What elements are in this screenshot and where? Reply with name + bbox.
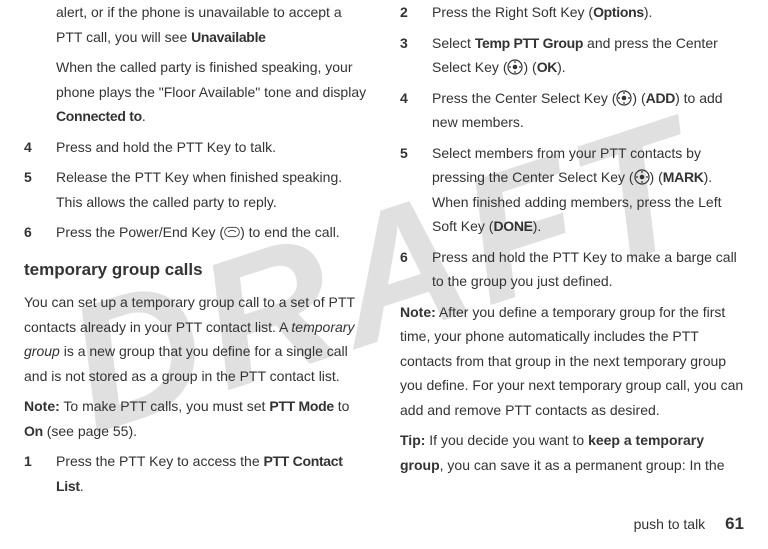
step-body: Press the PTT Key to access the PTT Cont… <box>56 449 368 498</box>
step-1: 1 Press the PTT Key to access the PTT Co… <box>24 449 368 498</box>
center-select-key-icon <box>616 90 632 106</box>
tip-keep-group: Tip: If you decide you want to keep a te… <box>400 428 744 477</box>
step-number: 6 <box>400 245 432 294</box>
text: Press the PTT Key to access the <box>56 453 264 469</box>
center-select-key-icon <box>507 59 523 75</box>
step-6: 6 Press the Power/End Key ( ) to end the … <box>24 220 368 245</box>
step-body: Press and hold the PTT Key to make a bar… <box>432 245 744 294</box>
step-body: Press the Right Soft Key (Options). <box>432 0 744 25</box>
note-label: Note: <box>400 304 436 320</box>
step-number: 5 <box>24 165 56 214</box>
step-number: 2 <box>400 0 432 25</box>
step-3: 3 Select Temp PTT Group and press the Ce… <box>400 31 744 80</box>
para-unavailable: alert, or if the phone is unavailable to… <box>56 0 368 49</box>
text: ). <box>557 59 566 75</box>
ui-label-temp-ptt-group: Temp PTT Group <box>475 35 583 51</box>
page-footer: push to talk 61 <box>634 509 744 539</box>
text: Press the Center Select Key ( <box>432 90 616 106</box>
text: . <box>142 108 146 124</box>
step-body: Press the Power/End Key ( ) to end the ca… <box>56 220 368 245</box>
ui-label-unavailable: Unavailable <box>191 29 266 45</box>
step-number: 4 <box>24 135 56 160</box>
note-auto-include: Note: After you define a temporary group… <box>400 300 744 423</box>
text: ) to end the call. <box>240 224 340 240</box>
text: ) ( <box>650 169 663 185</box>
text: Select <box>432 35 475 51</box>
text: ). <box>644 4 653 20</box>
text: is a new group that you define for a sin… <box>24 343 348 384</box>
text: After you define a temporary group for t… <box>400 304 743 418</box>
text: ) ( <box>523 59 536 75</box>
footer-section-name: push to talk <box>634 516 706 532</box>
page-number: 61 <box>725 514 744 533</box>
end-key-icon <box>224 224 240 240</box>
text: Press the Right Soft Key ( <box>432 4 593 20</box>
para-temp-group-desc: You can set up a temporary group call to… <box>24 290 368 388</box>
text: (see page 55). <box>43 423 137 439</box>
note-label: Note: <box>24 398 60 414</box>
step-body: Press and hold the PTT Key to talk. <box>56 135 368 160</box>
ui-label-mark: MARK <box>663 169 704 185</box>
text: To make PTT calls, you must set <box>60 398 270 414</box>
note-ptt-mode: Note: To make PTT calls, you must set PT… <box>24 394 368 443</box>
step-number: 1 <box>24 449 56 498</box>
tip-label: Tip: <box>400 432 425 448</box>
step-number: 4 <box>400 86 432 135</box>
ui-label-add: ADD <box>646 90 675 106</box>
text: ). <box>533 218 542 234</box>
step-5-right: 5 Select members from your PTT contacts … <box>400 141 744 239</box>
text: If you decide you want to <box>425 432 588 448</box>
center-select-key-icon <box>634 169 650 185</box>
step-body: Release the PTT Key when finished speaki… <box>56 165 368 214</box>
ui-label-done: DONE <box>493 218 532 234</box>
page-content: alert, or if the phone is unavailable to… <box>0 0 768 504</box>
step-body: Press the Center Select Key () (ADD) to … <box>432 86 744 135</box>
para-connected-to: When the called party is finished speaki… <box>56 55 368 129</box>
step-number: 6 <box>24 220 56 245</box>
text: , you can save it as a permanent group: … <box>440 457 725 473</box>
text: Press the Power/End Key ( <box>56 224 224 240</box>
step-body: Select Temp PTT Group and press the Cent… <box>432 31 744 80</box>
step-4: 4 Press and hold the PTT Key to talk. <box>24 135 368 160</box>
text: ) ( <box>632 90 645 106</box>
step-number: 5 <box>400 141 432 239</box>
text: . <box>80 478 84 494</box>
step-body: Select members from your PTT contacts by… <box>432 141 744 239</box>
step-4-right: 4 Press the Center Select Key () (ADD) t… <box>400 86 744 135</box>
left-column: alert, or if the phone is unavailable to… <box>24 0 368 504</box>
ui-label-ok: OK <box>537 59 557 75</box>
ui-label-ptt-mode: PTT Mode <box>269 398 333 414</box>
ui-label-on: On <box>24 423 43 439</box>
step-2: 2 Press the Right Soft Key (Options). <box>400 0 744 25</box>
text: When the called party is finished speaki… <box>56 59 366 100</box>
section-heading-temporary-group-calls: temporary group calls <box>24 255 368 285</box>
ui-label-options: Options <box>593 4 644 20</box>
step-6-right: 6 Press and hold the PTT Key to make a b… <box>400 245 744 294</box>
step-number: 3 <box>400 31 432 80</box>
ui-label-connected-to: Connected to <box>56 108 142 124</box>
text: to <box>334 398 350 414</box>
step-5: 5 Release the PTT Key when finished spea… <box>24 165 368 214</box>
right-column: 2 Press the Right Soft Key (Options). 3 … <box>400 0 744 504</box>
